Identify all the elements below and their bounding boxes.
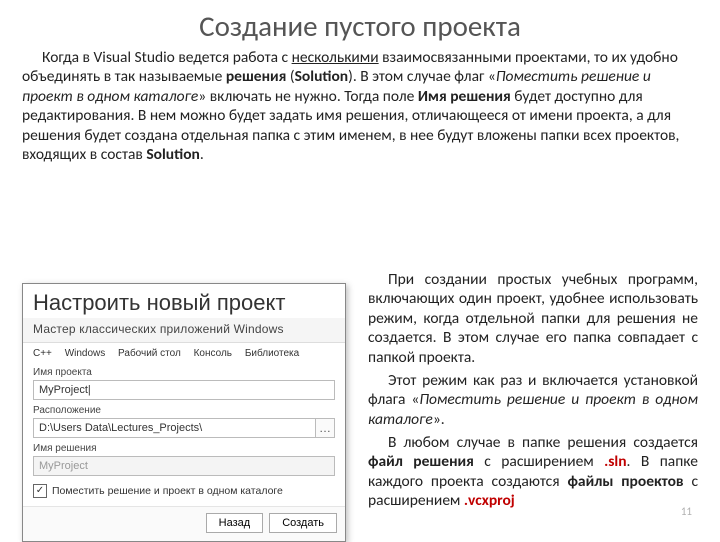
slide-title: Создание пустого проекта bbox=[22, 8, 698, 44]
new-project-dialog: Настроить новый проект Мастер классическ… bbox=[22, 283, 346, 542]
page-number: 11 bbox=[681, 505, 692, 518]
browse-button[interactable]: … bbox=[316, 418, 335, 438]
paragraph-r2: Этот режим как раз и включается установк… bbox=[368, 371, 698, 429]
paragraph-1: Когда в Visual Studio ведется работа с н… bbox=[22, 48, 698, 164]
dialog-title: Настроить новый проект bbox=[23, 284, 345, 318]
project-name-input[interactable] bbox=[33, 380, 335, 400]
create-button[interactable]: Создать bbox=[269, 513, 337, 533]
label-location: Расположение bbox=[33, 405, 335, 416]
same-folder-checkbox[interactable]: ✓ bbox=[33, 484, 47, 498]
paragraph-r3: В любом случае в папке решения создается… bbox=[368, 433, 698, 511]
solution-name-input bbox=[33, 456, 335, 476]
paragraph-r1: При создании простых учебных программ, в… bbox=[368, 270, 698, 367]
label-project-name: Имя проекта bbox=[33, 367, 335, 378]
back-button[interactable]: Назад bbox=[206, 513, 264, 533]
label-solution-name: Имя решения bbox=[33, 443, 335, 454]
dialog-subtitle: Мастер классических приложений Windows bbox=[23, 318, 345, 343]
dialog-tags: C++ Windows Рабочий стол Консоль Библиот… bbox=[23, 343, 345, 364]
same-folder-label: Поместить решение и проект в одном катал… bbox=[52, 485, 283, 497]
location-input[interactable] bbox=[33, 418, 316, 438]
right-column: При создании простых учебных программ, в… bbox=[368, 270, 698, 515]
